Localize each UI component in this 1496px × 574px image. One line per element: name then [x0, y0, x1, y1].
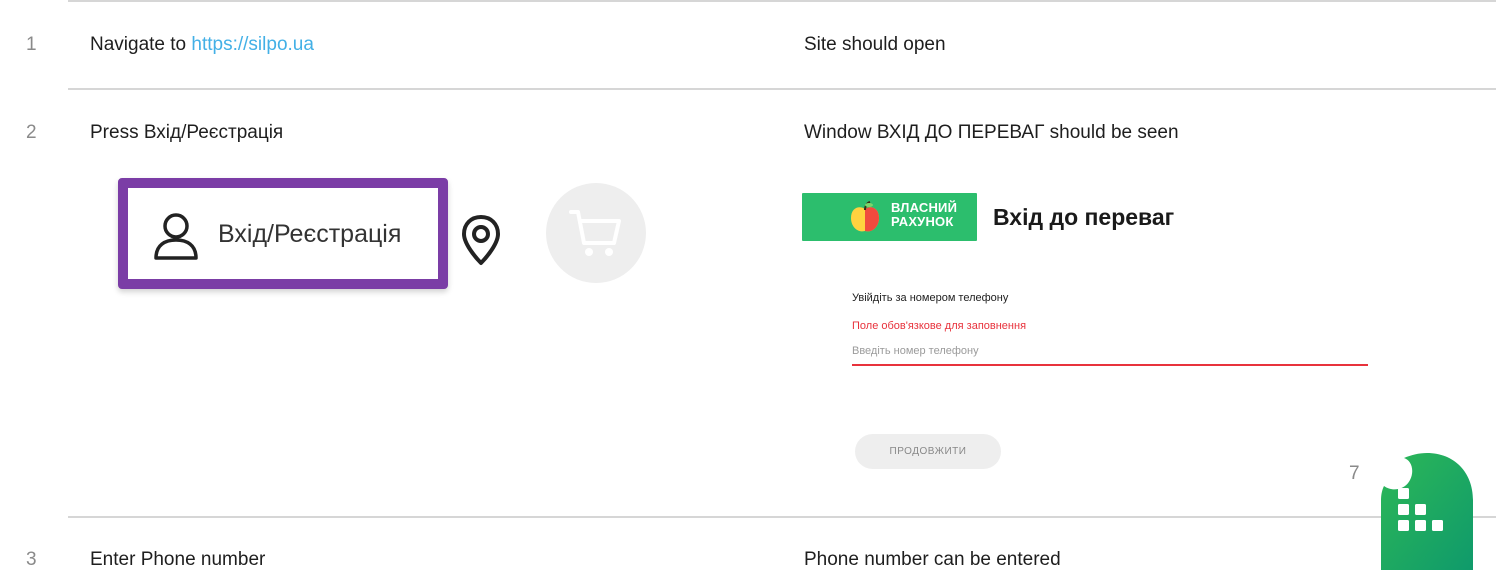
brand-badge: ВЛАСНИЙ РАХУНОК [802, 193, 977, 241]
step-action: Navigate to https://silpo.ua [90, 34, 314, 56]
cart-button[interactable] [546, 183, 646, 283]
step-expected: Window ВХІД ДО ПЕРЕВАГ should be seen [804, 122, 1179, 143]
step-expected: Site should open [804, 34, 946, 55]
phone-label: Увійдіть за номером телефону [852, 292, 1009, 304]
continue-button[interactable]: ПРОДОВЖИТИ [855, 434, 1001, 469]
row-divider [68, 516, 1496, 518]
login-register-label: Вхід/Реєстрація [218, 220, 402, 248]
step-number: 2 [26, 122, 37, 143]
user-icon [154, 213, 198, 260]
step-action: Press Вхід/Реєстрація [90, 122, 284, 143]
step-expected: Phone number can be entered [804, 549, 1061, 570]
step-action: Enter Phone number [90, 549, 266, 570]
phone-input[interactable] [852, 338, 1368, 366]
login-panel-title: Вхід до переваг [993, 204, 1175, 230]
login-register-highlight[interactable]: Вхід/Реєстрація [118, 178, 448, 289]
cart-icon [569, 210, 621, 256]
brand-badge-text: ВЛАСНИЙ РАХУНОК [891, 200, 958, 229]
row-divider [68, 0, 1496, 2]
row-divider [68, 88, 1496, 90]
action-text: Navigate to [90, 34, 192, 55]
step-number: 1 [26, 34, 37, 55]
apple-logo-icon [851, 201, 879, 232]
location-pin-icon[interactable] [460, 214, 502, 266]
step-number: 3 [26, 549, 37, 570]
site-link[interactable]: https://silpo.ua [191, 34, 314, 55]
required-field-error: Поле обов'язкове для заповнення [852, 320, 1027, 332]
company-logo-icon [1381, 453, 1473, 570]
page-number: 7 [1349, 463, 1360, 484]
